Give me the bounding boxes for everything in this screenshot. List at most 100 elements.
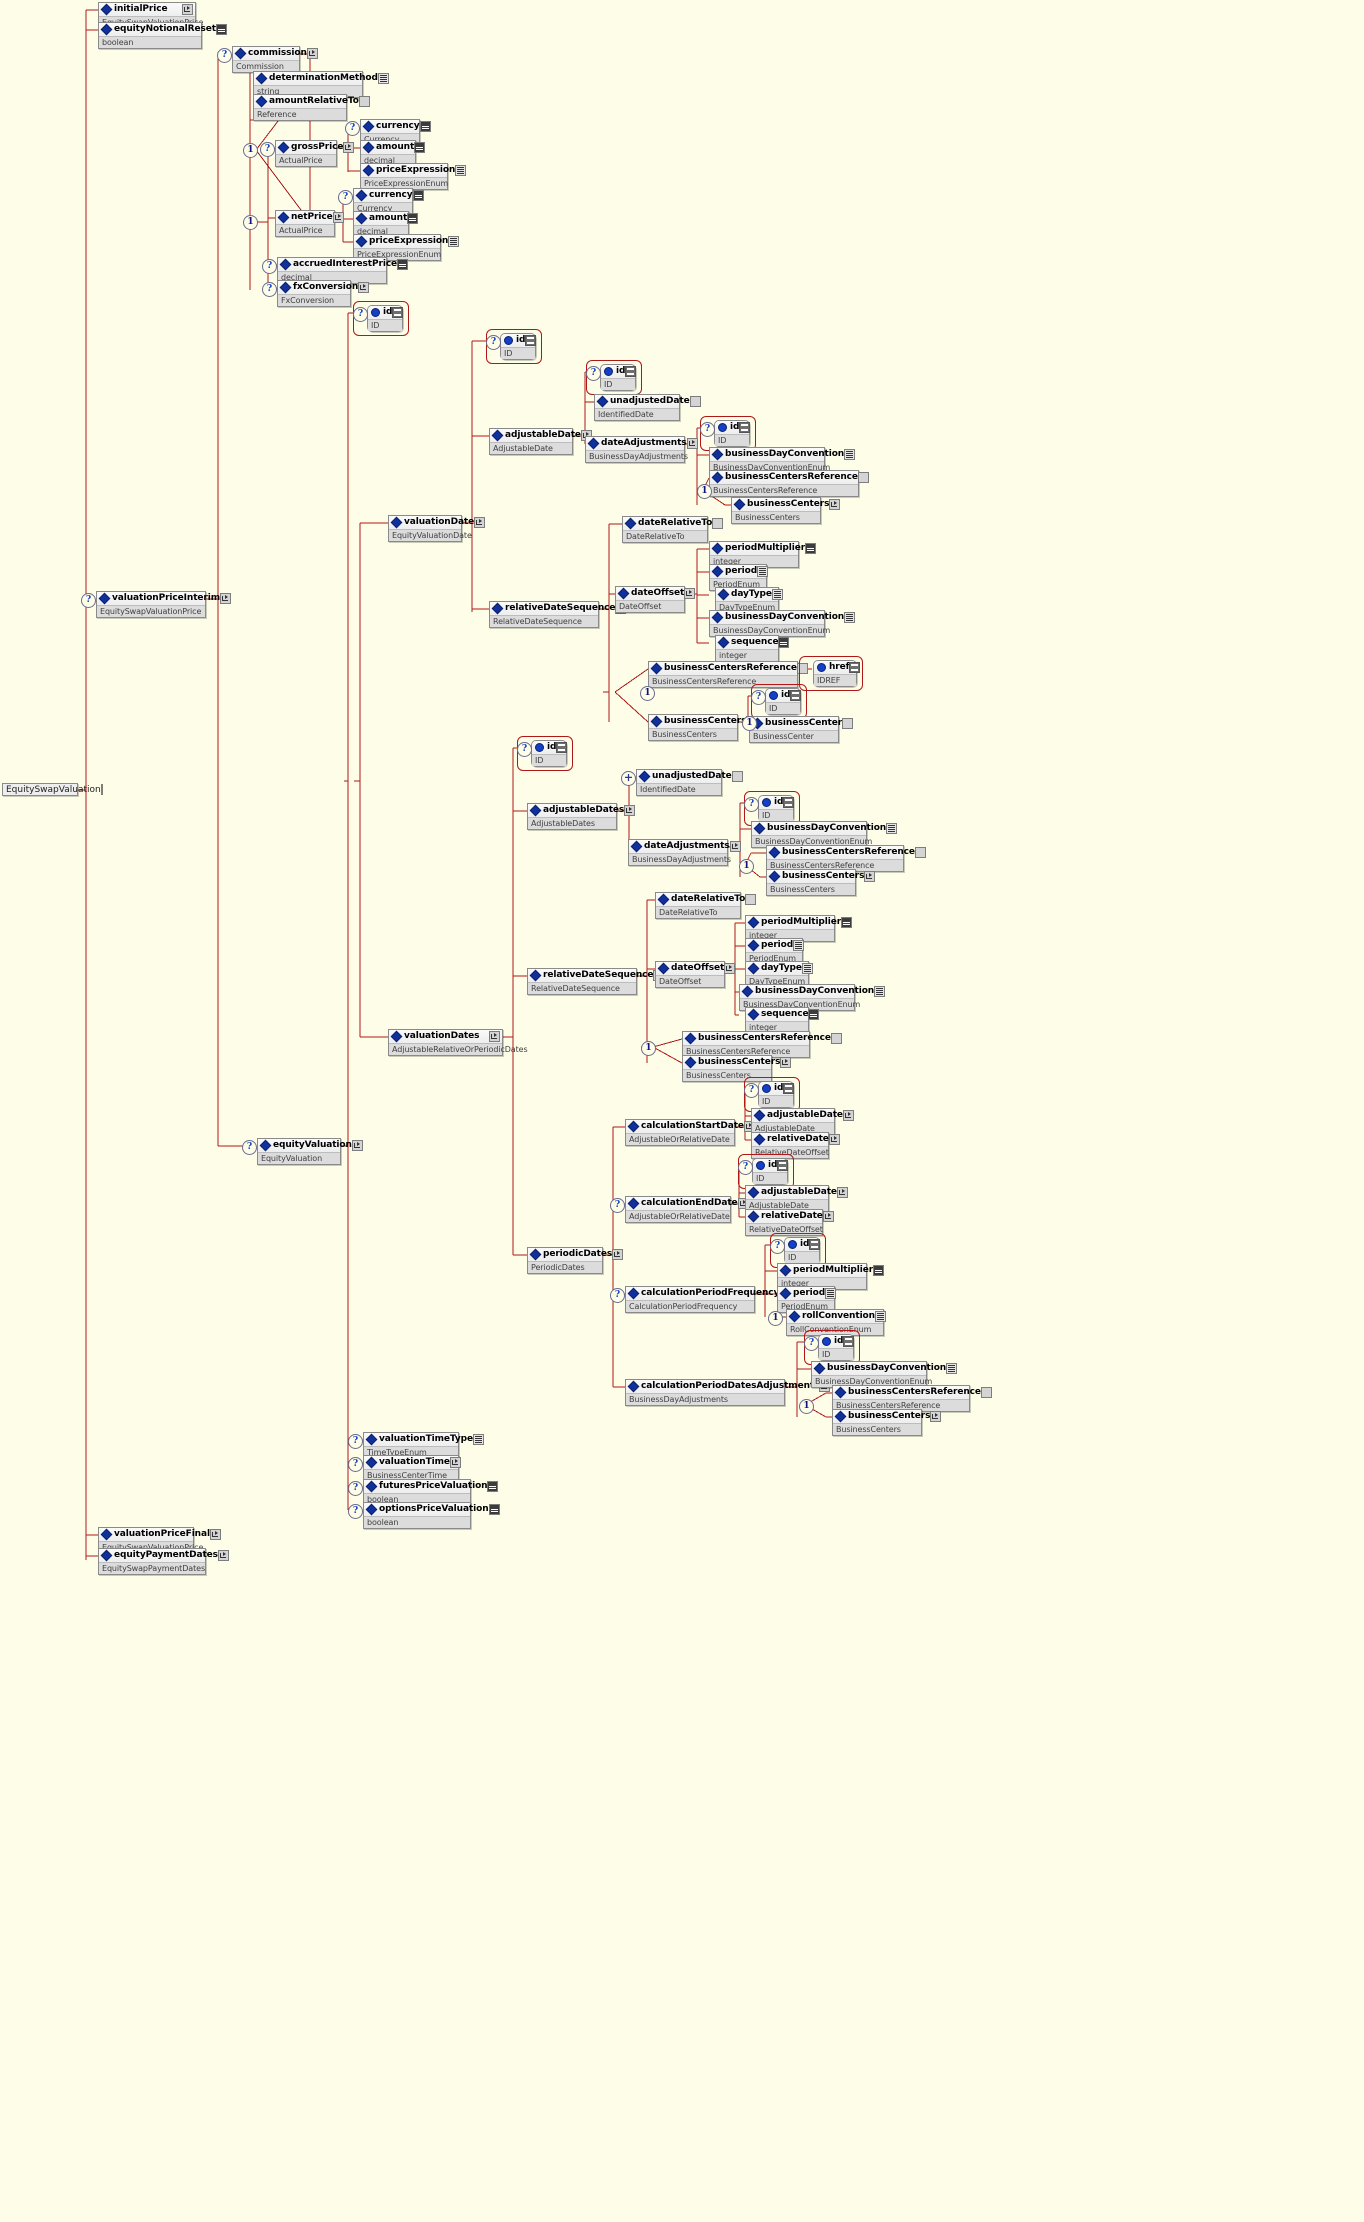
- element-node-sequence[interactable]: sequence integer: [745, 1007, 820, 1034]
- node-type-label: ID: [785, 1252, 819, 1263]
- element-node-optionsPriceValuation[interactable]: optionsPriceValuation boolean: [363, 1502, 500, 1529]
- element-node-valuationPriceInterim[interactable]: valuationPriceInterim EquitySwapValuation…: [96, 591, 232, 618]
- element-diamond-icon: [741, 985, 754, 998]
- attribute-node-id[interactable]: id ID: [714, 420, 751, 447]
- element-node-businessDayConvention[interactable]: businessDayConvention BusinessDayConventi…: [811, 1361, 958, 1388]
- dec-icon: [488, 1504, 500, 1515]
- element-node-businessCenters[interactable]: businessCenters BusinessCenters: [731, 497, 841, 524]
- node-type-label: ActualPrice: [276, 155, 336, 166]
- node-name: id: [516, 335, 526, 345]
- attribute-node-id[interactable]: id ID: [531, 740, 568, 767]
- attribute-node-id[interactable]: id ID: [600, 364, 637, 391]
- element-node-businessCentersReference[interactable]: businessCentersReference BusinessCentersR…: [682, 1031, 842, 1058]
- element-node-adjustableDate[interactable]: adjustableDate AdjustableDate: [489, 428, 592, 455]
- element-node-fxConversion[interactable]: fxConversion FxConversion: [277, 280, 370, 307]
- node-header: grossPrice: [276, 141, 355, 155]
- attribute-node-id[interactable]: id ID: [784, 1237, 821, 1264]
- element-node-dateRelativeTo[interactable]: dateRelativeTo DateRelativeTo: [622, 516, 724, 543]
- element-node-dateOffset[interactable]: dateOffset DateOffset: [655, 961, 736, 988]
- node-type-label: BusinessDayAdjustments: [586, 451, 688, 462]
- element-node-equityNotionalReset[interactable]: equityNotionalReset boolean: [98, 22, 227, 49]
- element-node-unadjustedDate[interactable]: unadjustedDate IdentifiedDate: [636, 769, 743, 796]
- element-diamond-icon: [390, 516, 403, 529]
- attribute-node-id[interactable]: id ID: [765, 688, 802, 715]
- element-node-businessCenters[interactable]: businessCenters BusinessCenters: [766, 869, 876, 896]
- element-node-businessCenters[interactable]: businessCenters BusinessCenters: [648, 714, 758, 741]
- node-type-label: DateOffset: [616, 601, 684, 612]
- element-node-businessDayConvention[interactable]: businessDayConvention BusinessDayConventi…: [751, 821, 898, 848]
- node-name: dateAdjustments: [644, 841, 730, 851]
- element-node-businessCenters[interactable]: businessCenters BusinessCenters: [832, 1409, 942, 1436]
- element-node-priceExpression[interactable]: priceExpression PriceExpressionEnum: [360, 163, 467, 190]
- element-node-calculationPeriodDatesAdjustments[interactable]: calculationPeriodDatesAdjustments Busines…: [625, 1379, 831, 1406]
- node-type-label: BusinessDayAdjustments: [626, 1394, 784, 1405]
- element-node-equityValuation[interactable]: equityValuation EquityValuation: [257, 1138, 363, 1165]
- element-node-adjustableDate[interactable]: adjustableDate AdjustableDate: [751, 1108, 854, 1135]
- node-name: businessCenters: [782, 871, 865, 881]
- element-node-dateOffset[interactable]: dateOffset DateOffset: [615, 586, 696, 613]
- element-node-calculationEndDate[interactable]: calculationEndDate AdjustableOrRelativeDa…: [625, 1196, 749, 1223]
- element-node-dateRelativeTo[interactable]: dateRelativeTo DateRelativeTo: [655, 892, 757, 919]
- node-type-label: AdjustableOrRelativeDate: [626, 1211, 730, 1222]
- ref-icon: [836, 1187, 848, 1198]
- plain-icon: [980, 1387, 992, 1398]
- element-diamond-icon: [684, 1056, 697, 1069]
- element-node-grossPrice[interactable]: grossPrice ActualPrice: [275, 140, 355, 167]
- dec-icon: [412, 190, 424, 201]
- element-node-valuationDates[interactable]: valuationDates AdjustableRelativeOrPeriod…: [388, 1029, 528, 1056]
- element-node-equityPaymentDates[interactable]: equityPaymentDates EquitySwapPaymentDates: [98, 1548, 229, 1575]
- node-name: valuationTime: [379, 1457, 450, 1467]
- attribute-node-id[interactable]: id ID: [758, 795, 795, 822]
- attribute-node-id[interactable]: id ID: [752, 1158, 789, 1185]
- node-header: equityNotionalReset: [99, 23, 227, 37]
- element-node-adjustableDate[interactable]: adjustableDate AdjustableDate: [745, 1185, 848, 1212]
- element-node-dateAdjustments[interactable]: dateAdjustments BusinessDayAdjustments: [628, 839, 741, 866]
- element-diamond-icon: [650, 715, 663, 728]
- element-node-businessDayConvention[interactable]: businessDayConvention BusinessDayConventi…: [709, 610, 856, 637]
- attribute-node-id[interactable]: id ID: [500, 333, 537, 360]
- node-type-label: BusinessCenters: [833, 1424, 921, 1435]
- attribute-node-id[interactable]: id ID: [818, 1334, 855, 1361]
- attribute-dot-icon: [718, 423, 727, 432]
- node-name: currency: [369, 190, 413, 200]
- element-diamond-icon: [711, 565, 724, 578]
- attribute-node-id[interactable]: id ID: [367, 305, 404, 332]
- element-node-dateAdjustments[interactable]: dateAdjustments BusinessDayAdjustments: [585, 436, 698, 463]
- element-node-relativeDateSequence[interactable]: relativeDateSequence RelativeDateSequence: [527, 968, 665, 995]
- ref-icon: [624, 805, 636, 816]
- occurrence-indicator-accruedInterestPrice: ?: [262, 259, 277, 274]
- element-node-calculationPeriodFrequency[interactable]: calculationPeriodFrequency CalculationPer…: [625, 1286, 791, 1313]
- element-node-relativeDateSequence[interactable]: relativeDateSequence RelativeDateSequence: [489, 601, 627, 628]
- ref-icon: [930, 1411, 942, 1422]
- element-node-valuationTime[interactable]: valuationTime BusinessCenterTime: [363, 1455, 461, 1482]
- element-node-calculationStartDate[interactable]: calculationStartDate AdjustableOrRelative…: [625, 1119, 755, 1146]
- occurrence-indicator-commission: ?: [217, 48, 232, 63]
- element-node-commission[interactable]: commission Commission: [232, 46, 318, 73]
- node-header: businessCentersReference: [833, 1386, 992, 1400]
- node-header: businessDayConvention: [710, 448, 856, 462]
- root-element-EquitySwapValuation[interactable]: EquitySwapValuation: [2, 783, 103, 796]
- element-node-businessCentersReference[interactable]: businessCentersReference BusinessCentersR…: [766, 845, 926, 872]
- node-header: equityPaymentDates: [99, 1549, 229, 1563]
- element-node-adjustableDates[interactable]: adjustableDates AdjustableDates: [527, 803, 636, 830]
- element-node-amountRelativeTo[interactable]: amountRelativeTo Reference: [253, 94, 370, 121]
- element-node-unadjustedDate[interactable]: unadjustedDate IdentifiedDate: [594, 394, 701, 421]
- node-type-label: RelativeDateSequence: [490, 616, 598, 627]
- node-name: adjustableDate: [505, 430, 581, 440]
- element-node-businessCenter[interactable]: businessCenter BusinessCenter: [749, 716, 854, 743]
- ref-icon: [358, 282, 370, 293]
- element-node-businessCentersReference[interactable]: businessCentersReference BusinessCentersR…: [832, 1385, 992, 1412]
- element-node-netPrice[interactable]: netPrice ActualPrice: [275, 210, 344, 237]
- attribute-node-id[interactable]: id ID: [758, 1081, 795, 1108]
- attr-icon: [783, 1083, 795, 1094]
- element-node-businessCentersReference[interactable]: businessCentersReference BusinessCentersR…: [709, 470, 869, 497]
- attribute-node-href[interactable]: href IDREF: [813, 660, 861, 687]
- element-node-relativeDate[interactable]: relativeDate RelativeDateOffset: [745, 1209, 834, 1236]
- node-name: id: [768, 1160, 778, 1170]
- element-diamond-icon: [834, 1386, 847, 1399]
- occurrence-indicator-id: ?: [738, 1160, 753, 1175]
- element-node-periodicDates[interactable]: periodicDates PeriodicDates: [527, 1247, 624, 1274]
- ref-icon: [343, 142, 355, 153]
- element-node-sequence[interactable]: sequence integer: [715, 635, 790, 662]
- element-node-valuationDate[interactable]: valuationDate EquityValuationDate: [388, 515, 486, 542]
